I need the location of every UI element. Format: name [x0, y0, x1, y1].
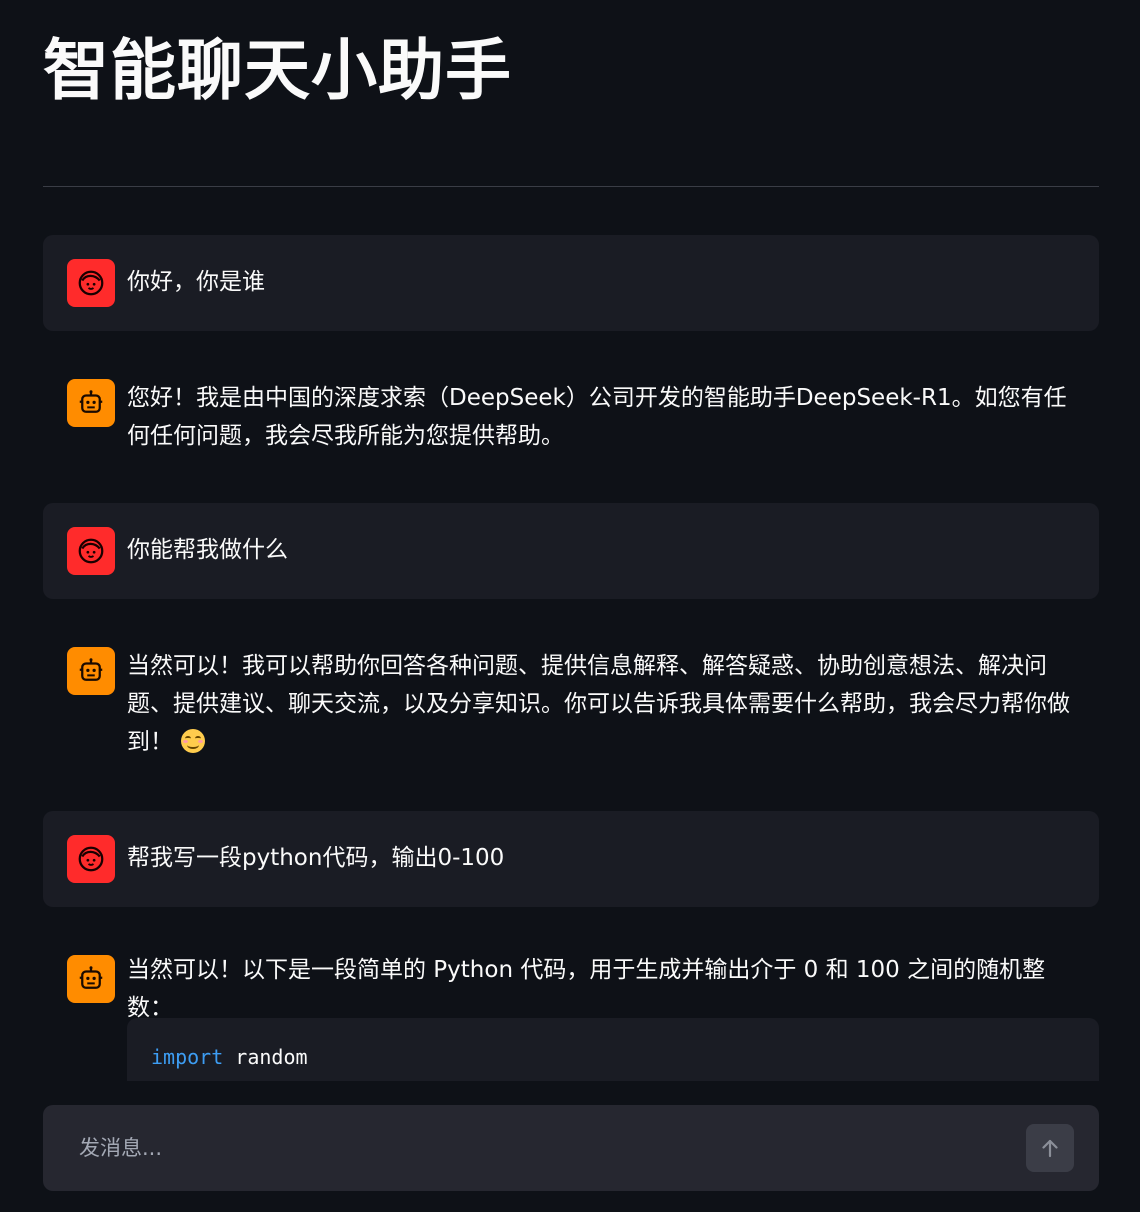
user-avatar	[67, 259, 115, 307]
bot-avatar	[67, 379, 115, 427]
assistant-message: 您好！我是由中国的深度求索（DeepSeek）公司开发的智能助手DeepSeek…	[43, 355, 1099, 505]
arrow-up-icon	[1042, 1139, 1058, 1158]
user-avatar	[67, 835, 115, 883]
message-text: 您好！我是由中国的深度求索（DeepSeek）公司开发的智能助手DeepSeek…	[127, 385, 1067, 449]
divider	[43, 186, 1099, 187]
user-avatar	[67, 527, 115, 575]
message-text: 当然可以！我可以帮助你回答各种问题、提供信息解释、解答疑惑、协助创意想法、解决问…	[127, 653, 1070, 755]
message-text: 你能帮我做什么	[127, 537, 288, 563]
user-face-icon	[78, 538, 104, 564]
message-text: 当然可以！以下是一段简单的 Python 代码，用于生成并输出介于 0 和 10…	[127, 957, 1046, 1021]
chat-input-bar	[43, 1105, 1099, 1191]
user-message: 你能帮我做什么	[43, 503, 1099, 599]
page-title: 智能聊天小助手	[43, 32, 512, 109]
bot-avatar	[67, 955, 115, 1003]
user-face-icon	[78, 270, 104, 296]
code-keyword: import	[151, 1045, 224, 1069]
message-text-wrap: 当然可以！我可以帮助你回答各种问题、提供信息解释、解答疑惑、协助创意想法、解决问…	[127, 647, 1089, 761]
message-text: 你好，你是谁	[127, 269, 265, 295]
code-block[interactable]: import random	[127, 1018, 1099, 1081]
smiling-face-icon	[181, 729, 205, 753]
user-message: 你好，你是谁	[43, 235, 1099, 331]
send-button[interactable]	[1026, 1124, 1074, 1172]
chat-input[interactable]	[43, 1105, 1013, 1191]
user-message: 帮我写一段python代码，输出0-100	[43, 811, 1099, 907]
assistant-message: 当然可以！我可以帮助你回答各种问题、提供信息解释、解答疑惑、协助创意想法、解决问…	[43, 623, 1099, 803]
robot-icon	[79, 658, 103, 681]
robot-icon	[79, 390, 103, 413]
chat-app: 智能聊天小助手 你好，你是谁 您好！我是由中国的深度求索（DeepSeek）公司…	[0, 0, 1140, 1212]
message-text: 帮我写一段python代码，输出0-100	[127, 845, 505, 871]
user-face-icon	[78, 846, 104, 872]
bot-avatar	[67, 647, 115, 695]
code-text: random	[223, 1045, 308, 1069]
message-list[interactable]: 你好，你是谁 您好！我是由中国的深度求索（DeepSeek）公司开发的智能助手D…	[43, 235, 1099, 1081]
robot-icon	[79, 966, 103, 989]
